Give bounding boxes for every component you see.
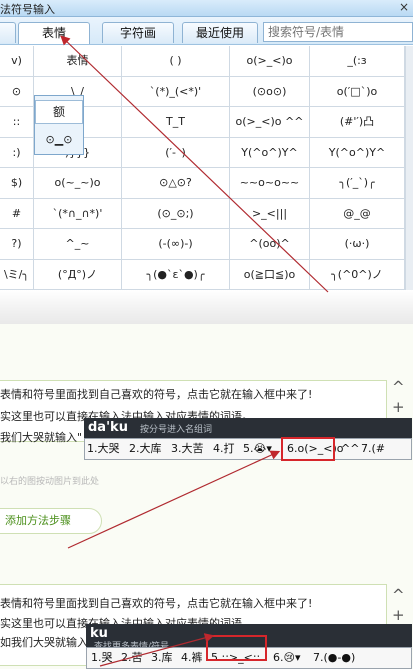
step-line-1: 表情和符号里面找到自己喜欢的符号，点击它就在输入框中来了! bbox=[0, 388, 313, 401]
symbol-cell[interactable]: ⊙ bbox=[0, 76, 34, 107]
tutorial-step-2: 表情和符号里面找到自己喜欢的符号，点击它就在输入框中来了! 实这里也可以直接在输… bbox=[0, 564, 413, 669]
expand-icon[interactable]: ^ bbox=[392, 378, 405, 396]
symbol-preview-popup: 额 ⊙▁⊙ bbox=[34, 95, 84, 155]
symbol-cell[interactable]: (⊙o⊙) bbox=[230, 76, 310, 107]
step-line-3: 如我们大哭就输入" bbox=[0, 636, 94, 649]
blurred-divider bbox=[0, 290, 413, 324]
candidate-2[interactable]: 2.大库 bbox=[129, 439, 162, 459]
candidate-7[interactable]: 7.(# bbox=[361, 439, 385, 459]
symbol-cell[interactable]: # bbox=[0, 198, 34, 229]
symbol-cell[interactable]: (′-`) bbox=[122, 137, 230, 168]
candidate-1[interactable]: 1.大哭 bbox=[87, 439, 120, 459]
add-icon[interactable]: + bbox=[392, 606, 405, 624]
candidate-7[interactable]: 7.(●-●) bbox=[313, 648, 355, 668]
symbol-cell[interactable]: o(′□`)o bbox=[310, 76, 405, 107]
symbol-cell[interactable]: (-(∞)-) bbox=[122, 229, 230, 260]
drop-hint: 以右的图按动图片到此处 bbox=[0, 477, 100, 487]
candidate-6[interactable]: 6.😢▾ bbox=[273, 648, 300, 668]
expand-icon[interactable]: ^ bbox=[392, 586, 405, 604]
tab-emoticons[interactable]: 表情 bbox=[18, 22, 90, 44]
highlight-box bbox=[206, 635, 267, 661]
symbol-cell[interactable]: ~~o~o~~ bbox=[230, 168, 310, 199]
symbol-cell[interactable]: ^_~ bbox=[34, 229, 122, 260]
ime-pinyin: da'ku bbox=[88, 420, 128, 435]
symbol-row: # `(*∩_∩*)' (⊙_⊙;) >_<||| @_@ bbox=[0, 198, 405, 229]
add-method-step-button[interactable]: 添加方法步骤 bbox=[0, 508, 102, 534]
symbol-row: $) o(~_~)o ⊙△⊙? ~~o~o~~ ╮(′_`)╭ bbox=[0, 168, 405, 199]
symbol-input-window: 法符号输入 × 表情 字符画 最近使用 v)表情( )o(>_<)o_(:з⊙\… bbox=[0, 0, 413, 290]
step-line-1: 表情和符号里面找到自己喜欢的符号，点击它就在输入框中来了! bbox=[0, 597, 313, 610]
highlight-box bbox=[281, 437, 335, 461]
symbol-cell[interactable]: o(>_<)o ^^ bbox=[230, 107, 310, 138]
symbol-cell[interactable]: :: bbox=[0, 107, 34, 138]
ime-hint: 按分号进入名组词 bbox=[140, 425, 213, 435]
symbol-cell[interactable]: Y(^o^)Y^ bbox=[230, 137, 310, 168]
step-line-3: 我们大哭就输入" bbox=[0, 431, 83, 444]
symbol-cell[interactable]: >_<||| bbox=[230, 198, 310, 229]
preview-char[interactable]: 额 bbox=[35, 100, 83, 124]
symbol-cell[interactable]: T_T bbox=[122, 107, 230, 138]
symbol-row: \ミ/╮ (°Д°)ノ ╮(●`ε`●)╭ o(≧口≦)o ╮(^0^)ノ bbox=[0, 259, 405, 290]
candidate-2[interactable]: 2.苦 bbox=[121, 648, 143, 668]
symbol-cell[interactable]: ^(oo)^ bbox=[230, 229, 310, 260]
search-input[interactable] bbox=[263, 22, 413, 42]
symbol-cell[interactable]: `(*∩_∩*)' bbox=[34, 198, 122, 229]
tab-bar: 表情 字符画 最近使用 bbox=[0, 17, 413, 45]
add-icon[interactable]: + bbox=[392, 398, 405, 416]
candidate-1[interactable]: 1.哭 bbox=[91, 648, 113, 668]
ime-candidate-list: 1.大哭 2.大库 3.大苦 4.打 5.😭▾ 6.o(>_<)o ^^ 7.(… bbox=[84, 438, 412, 460]
close-icon[interactable]: × bbox=[399, 0, 409, 14]
candidate-5[interactable]: 5.😭▾ bbox=[243, 439, 272, 459]
symbol-cell[interactable]: :) bbox=[0, 137, 34, 168]
symbol-cell[interactable]: o(≧口≦)o bbox=[230, 259, 310, 290]
symbol-grid: v) 表情( ) o(>_<)o _(:з ⊙ \_/`(*)_(<*)' (⊙o⊙) o(′… bbox=[0, 46, 405, 290]
symbol-cell[interactable]: ( ) bbox=[122, 46, 230, 77]
symbol-cell[interactable]: Y(^o^)Y^ bbox=[310, 137, 405, 168]
candidate-6-suffix: ^^ bbox=[341, 442, 360, 455]
candidate-3[interactable]: 3.大苦 bbox=[171, 439, 204, 459]
preview-emoticon[interactable]: ⊙▁⊙ bbox=[35, 129, 83, 151]
symbol-cell[interactable]: ╮(●`ε`●)╭ bbox=[122, 259, 230, 290]
symbol-cell[interactable]: (⊙_⊙;) bbox=[122, 198, 230, 229]
symbol-cell[interactable]: $) bbox=[0, 168, 34, 199]
symbol-cell[interactable]: o(>_<)o bbox=[230, 46, 310, 77]
tab-recent[interactable]: 最近使用 bbox=[182, 22, 258, 43]
symbol-cell[interactable]: @_@ bbox=[310, 198, 405, 229]
symbol-cell[interactable]: \ミ/╮ bbox=[0, 259, 34, 290]
tab-prev[interactable] bbox=[0, 22, 16, 43]
tab-ascii-art[interactable]: 字符画 bbox=[102, 22, 174, 43]
candidate-4[interactable]: 4.打 bbox=[213, 439, 235, 459]
symbol-cell[interactable]: `(*)_(<*)' bbox=[122, 76, 230, 107]
symbol-cell[interactable]: (·ω·) bbox=[310, 229, 405, 260]
symbol-cell[interactable]: v) bbox=[0, 46, 34, 77]
symbol-cell[interactable]: o(~_~)o bbox=[34, 168, 122, 199]
window-title: 法符号输入 bbox=[0, 3, 55, 16]
symbol-row: v) 表情( ) o(>_<)o _(:з bbox=[0, 46, 405, 77]
symbol-cell[interactable]: ?) bbox=[0, 229, 34, 260]
candidate-4[interactable]: 4.裤 bbox=[181, 648, 203, 668]
symbol-cell[interactable]: (#'′)凸 bbox=[310, 107, 405, 138]
title-bar: 法符号输入 × bbox=[0, 0, 413, 17]
symbol-cell[interactable]: 表情 bbox=[34, 46, 122, 77]
symbol-cell[interactable]: ╮(^0^)ノ bbox=[310, 259, 405, 290]
candidate-3[interactable]: 3.库 bbox=[151, 648, 173, 668]
symbol-cell[interactable]: _(:з bbox=[310, 46, 405, 77]
tutorial-step-1: 表情和符号里面找到自己喜欢的符号，点击它就在输入框中来了! 实这里也可以直接在输… bbox=[0, 324, 413, 564]
symbol-cell[interactable]: ⊙△⊙? bbox=[122, 168, 230, 199]
symbol-row: ?) ^_~ (-(∞)-) ^(oo)^ (·ω·) bbox=[0, 229, 405, 260]
ime-candidate-window: da'ku 按分号进入名组词 1.大哭 2.大库 3.大苦 4.打 5.😭▾ 6… bbox=[84, 418, 412, 460]
vertical-scrollbar[interactable] bbox=[405, 46, 413, 290]
symbol-cell[interactable]: (°Д°)ノ bbox=[34, 259, 122, 290]
symbol-cell[interactable]: ╮(′_`)╭ bbox=[310, 168, 405, 199]
